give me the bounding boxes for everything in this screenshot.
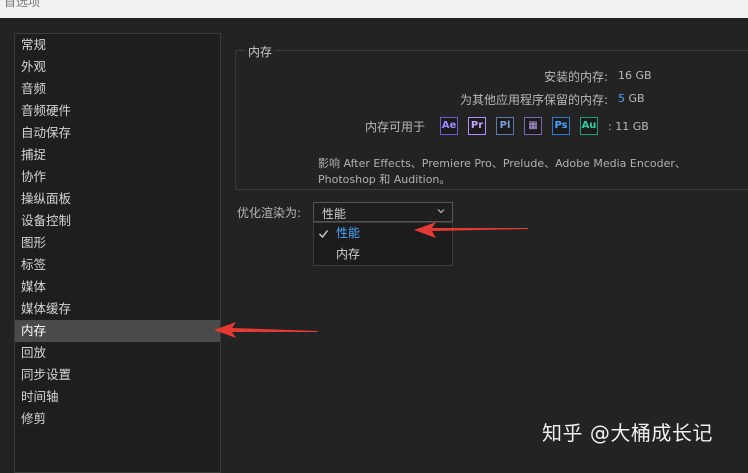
memory-available-value: : 11 GB [608,120,649,133]
sidebar-item-trim[interactable]: 修剪 [15,408,220,430]
sidebar-item-labels[interactable]: 标签 [15,254,220,276]
sidebar-item-general[interactable]: 常规 [15,34,220,56]
preferences-sidebar: 常规 外观 音频 音频硬件 自动保存 捕捉 协作 操纵面板 设备控制 图形 标签… [14,33,221,473]
sidebar-item-audio[interactable]: 音频 [15,78,220,100]
memory-group-title: 内存 [245,43,276,60]
reserved-memory-value[interactable]: 5 GB [618,92,645,105]
media-encoder-icon: ▦ [524,117,542,135]
optimize-rendering-label: 优化渲染为: [237,206,302,220]
photoshop-icon: Ps [552,117,570,135]
sidebar-item-appearance[interactable]: 外观 [15,56,220,78]
watermark-text: 知乎 @大桶成长记 [542,421,713,445]
sidebar-item-sync-settings[interactable]: 同步设置 [15,364,220,386]
sidebar-item-media[interactable]: 媒体 [15,276,220,298]
reserved-memory-unit: GB [628,92,645,105]
memory-affects-description: 影响 After Effects、Premiere Pro、Prelude、Ad… [318,156,728,188]
sidebar-item-timeline[interactable]: 时间轴 [15,386,220,408]
premiere-pro-icon: Pr [468,117,486,135]
chevron-down-icon [437,209,445,214]
description-line-1: 影响 After Effects、Premiere Pro、Prelude、Ad… [318,157,686,170]
dropdown-option-memory[interactable]: 内存 [314,244,452,265]
sidebar-item-memory[interactable]: 内存 [15,320,220,342]
checkmark-icon [319,230,329,239]
sidebar-item-capture[interactable]: 捕捉 [15,144,220,166]
sidebar-item-graphics[interactable]: 图形 [15,232,220,254]
reserved-memory-number[interactable]: 5 [618,92,625,105]
dropdown-option-performance[interactable]: 性能 [314,223,452,244]
dropdown-option-performance-label: 性能 [336,226,361,240]
memory-available-label: 内存可用于 [365,120,426,134]
prelude-icon: Pl [496,117,514,135]
sidebar-item-playback[interactable]: 回放 [15,342,220,364]
installed-memory-label: 安装的内存: [543,70,608,84]
sidebar-item-audio-hardware[interactable]: 音频硬件 [15,100,220,122]
installed-memory-value: 16 GB [618,69,652,82]
sidebar-item-device-control[interactable]: 设备控制 [15,210,220,232]
dropdown-option-memory-label: 内存 [336,247,361,261]
window-title: 首选项 [4,0,41,9]
optimize-rendering-select[interactable]: 性能 [313,202,453,222]
sidebar-item-control-surface[interactable]: 操纵面板 [15,188,220,210]
optimize-selected-value: 性能 [322,207,347,221]
window-titlebar: 首选项 [0,0,748,18]
sidebar-item-auto-save[interactable]: 自动保存 [15,122,220,144]
sidebar-item-media-cache[interactable]: 媒体缓存 [15,298,220,320]
sidebar-item-collaboration[interactable]: 协作 [15,166,220,188]
after-effects-icon: Ae [440,117,458,135]
red-arrow-icon [214,322,318,338]
reserved-memory-label: 为其他应用程序保留的内存: [459,93,608,107]
audition-icon: Au [580,117,598,135]
optimize-dropdown-menu: 性能 内存 [313,222,453,266]
description-line-2: Photoshop 和 Audition。 [318,173,451,186]
